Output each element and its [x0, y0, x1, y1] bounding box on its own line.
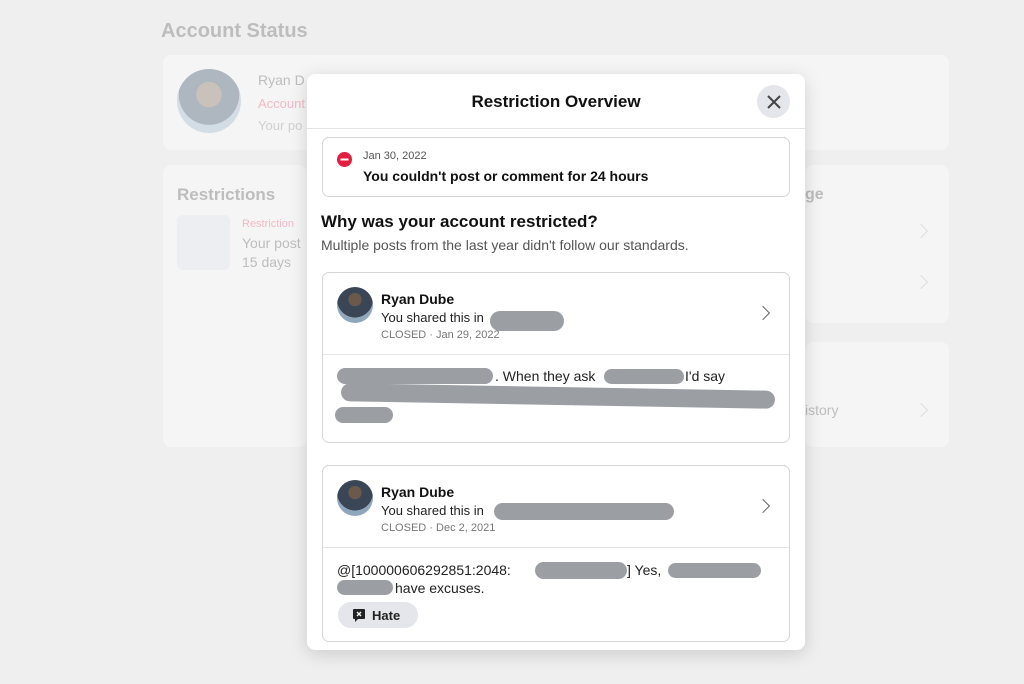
minus-circle-icon	[337, 152, 352, 167]
post-text: . When they ask	[495, 368, 596, 384]
divider	[323, 547, 789, 548]
avatar	[177, 69, 241, 133]
redaction	[340, 383, 776, 409]
restriction-overview-dialog: Restriction Overview Jan 30, 2022 You co…	[307, 74, 805, 650]
post-card[interactable]: Ryan Dube You shared this in CLOSED · De…	[322, 465, 790, 642]
close-icon	[766, 94, 781, 109]
profile-status: Account	[258, 96, 305, 111]
redaction	[668, 563, 761, 578]
redaction	[337, 368, 493, 384]
flag-comment-icon	[353, 609, 365, 622]
redaction	[604, 369, 684, 384]
post-text: I'd say	[685, 368, 726, 384]
restriction-alert: Jan 30, 2022 You couldn't post or commen…	[322, 137, 790, 197]
history-link[interactable]: istory	[805, 402, 838, 418]
avatar	[337, 287, 373, 323]
restriction-duration: 15 days	[242, 254, 292, 270]
chevron-right-icon[interactable]	[755, 498, 771, 514]
redaction	[490, 311, 564, 331]
post-text: @[100000606292851:2048:	[337, 562, 511, 578]
profile-name: Ryan D	[258, 72, 305, 88]
post-shared: You shared this in	[381, 503, 484, 518]
tag-label: Hate	[372, 607, 401, 623]
post-shared: You shared this in	[381, 310, 484, 325]
right-card-2	[805, 342, 949, 447]
tag-hate: Hate	[338, 602, 418, 628]
avatar	[337, 480, 373, 516]
post-text: have excuses.	[395, 580, 485, 596]
post-author: Ryan Dube	[381, 484, 455, 500]
why-subtitle: Multiple posts from the last year didn't…	[321, 237, 689, 253]
post-text: ] Yes,	[627, 562, 662, 578]
redaction	[335, 407, 393, 423]
restrictions-title: Restrictions	[177, 185, 276, 204]
redaction	[535, 562, 627, 579]
alert-date: Jan 30, 2022	[363, 150, 427, 162]
dialog-title: Restriction Overview	[307, 74, 805, 129]
restriction-thumb	[177, 215, 230, 270]
chevron-right-icon[interactable]	[755, 305, 771, 321]
redaction	[494, 503, 674, 520]
alert-text: You couldn't post or comment for 24 hour…	[363, 168, 649, 184]
divider	[323, 354, 789, 355]
restriction-text: Your post	[242, 235, 301, 251]
post-meta: CLOSED · Dec 2, 2021	[381, 522, 496, 534]
why-title: Why was your account restricted?	[321, 212, 598, 231]
redaction	[337, 580, 393, 595]
close-button[interactable]	[757, 85, 790, 118]
page-title: Account Status	[161, 20, 308, 42]
restriction-label: Restriction	[242, 218, 294, 230]
post-card[interactable]: Ryan Dube You shared this in CLOSED · Ja…	[322, 272, 790, 443]
post-author: Ryan Dube	[381, 291, 455, 307]
profile-sub: Your po	[258, 118, 303, 133]
post-meta: CLOSED · Jan 29, 2022	[381, 329, 500, 341]
restrictions-card	[163, 165, 307, 447]
right-card-1	[805, 165, 949, 323]
right-card-title: ge	[805, 186, 824, 203]
